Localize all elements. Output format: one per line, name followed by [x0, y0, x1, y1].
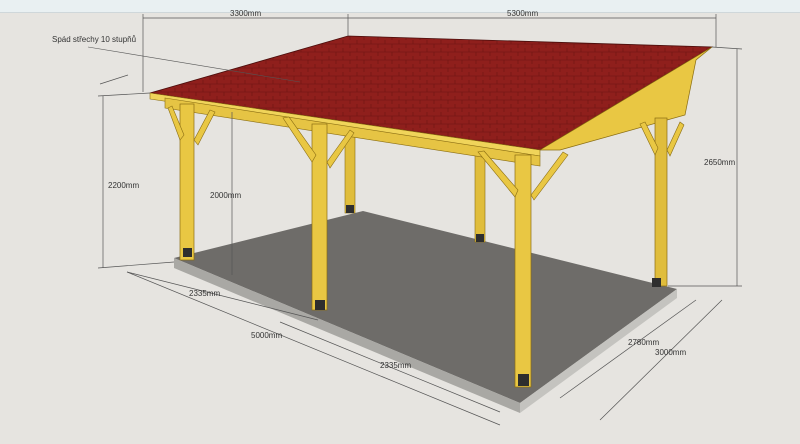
sketch-viewport[interactable]: Spád střechy 10 stupňů 3300mm 5300mm 220…	[0, 0, 800, 444]
dim-right-height: 2650mm	[704, 158, 735, 167]
roof	[149, 35, 714, 157]
roof-slope-label: Spád střechy 10 stupňů	[52, 35, 136, 44]
dim-bottom-total-length: 5000mm	[251, 331, 282, 340]
dim-top-left-width: 3300mm	[230, 9, 261, 18]
concrete-slab	[174, 211, 677, 413]
carport-diagram: Spád střechy 10 stupňů 3300mm 5300mm 220…	[52, 9, 743, 426]
dim-top-right-width: 5300mm	[507, 9, 538, 18]
dim-left-height: 2200mm	[108, 181, 139, 190]
dim-right-depth-inner: 2780mm	[628, 338, 659, 347]
dim-bottom-right-bay: 2335mm	[380, 361, 411, 370]
dim-bottom-left-bay: 2335mm	[189, 289, 220, 298]
dim-right-depth-total: 3000mm	[655, 348, 686, 357]
dim-inner-height: 2000mm	[210, 191, 241, 200]
